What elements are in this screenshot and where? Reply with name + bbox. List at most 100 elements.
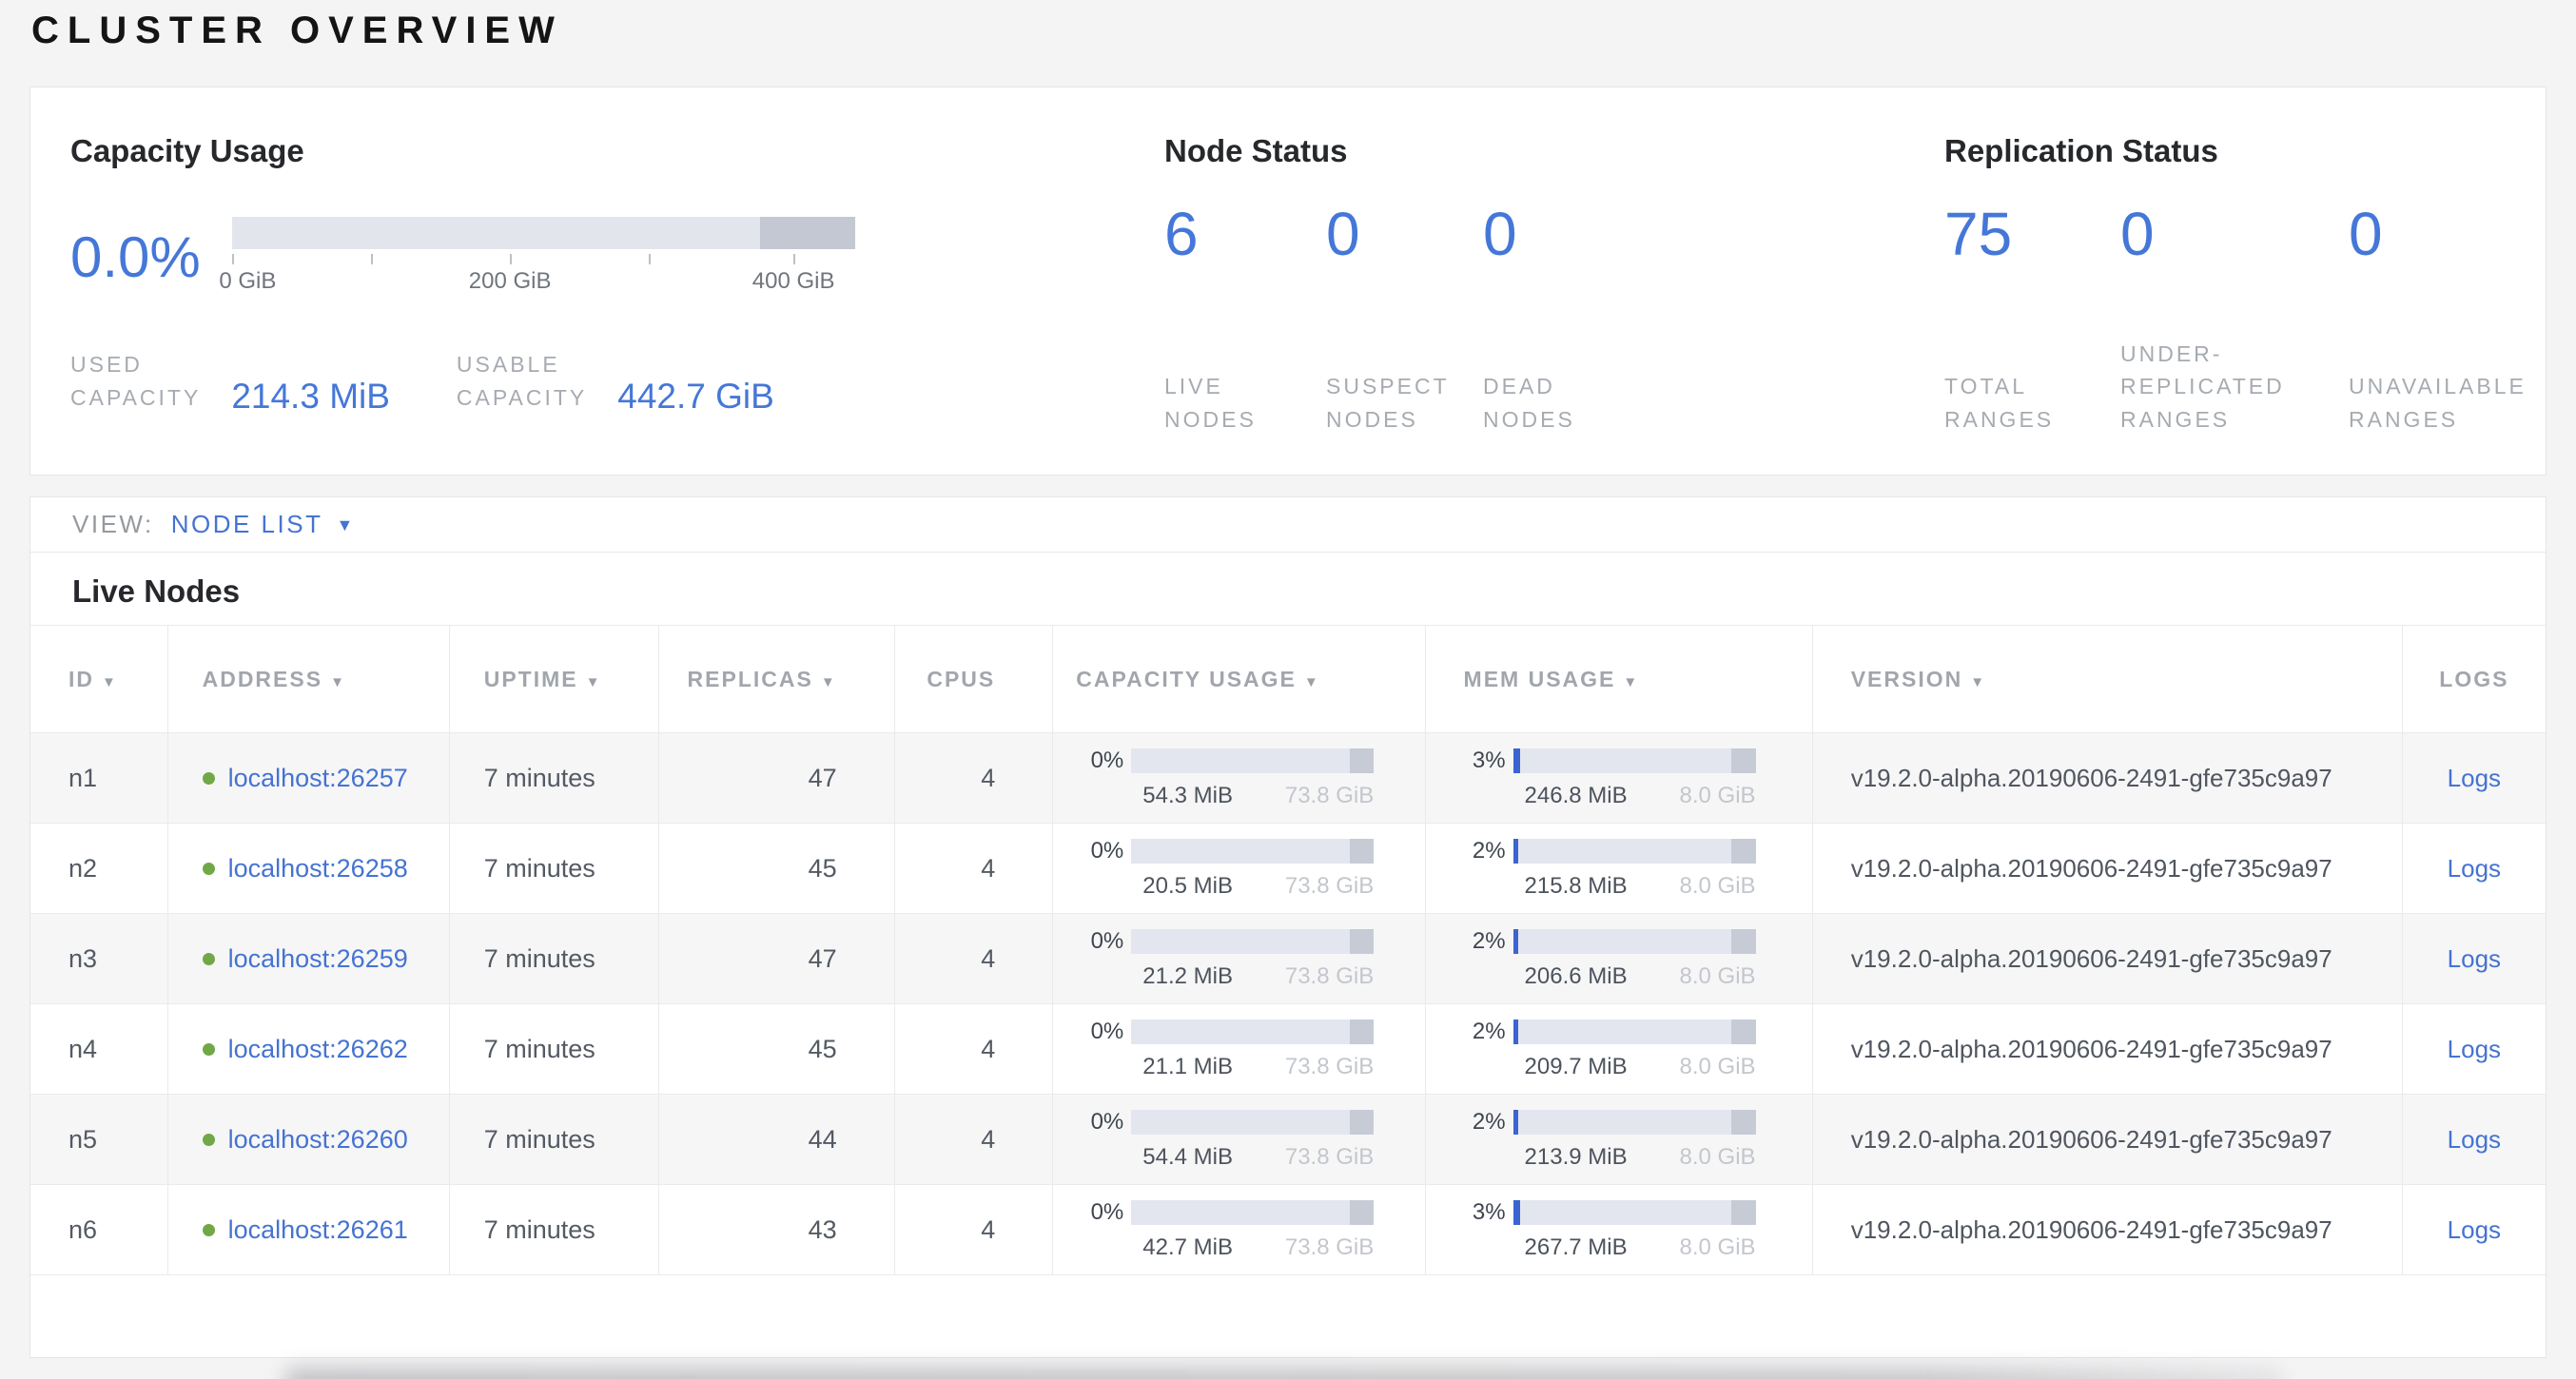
live-status-icon: [203, 1043, 215, 1056]
mem-usage-cell: 3% 267.7 MiB 8.0 GiB: [1425, 1185, 1812, 1275]
capacity-bar-other-segment: [760, 217, 855, 249]
logs-cell: Logs: [2402, 914, 2546, 1004]
version-cell: v19.2.0-alpha.20190606-2491-gfe735c9a97: [1812, 1095, 2402, 1185]
chevron-down-icon: ▼: [336, 516, 355, 534]
sort-icon: ▼: [1623, 674, 1639, 690]
version-cell: v19.2.0-alpha.20190606-2491-gfe735c9a97: [1812, 733, 2402, 824]
mem-mini-bar: [1513, 929, 1756, 954]
sort-icon: ▼: [102, 674, 118, 690]
cpus-cell: 4: [894, 914, 1053, 1004]
mem-mini-bar: [1513, 748, 1756, 773]
capacity-usage-section: Capacity Usage 0.0% 0 GiB: [70, 133, 1164, 475]
node-address-link[interactable]: localhost:26260: [228, 1125, 408, 1155]
node-list-card: VIEW: NODE LIST ▼ Live Nodes ID▼ ADDRESS…: [29, 496, 2547, 1358]
table-row: n6 localhost:26261 7 minutes 43 4 0% 42.: [30, 1185, 2546, 1275]
col-header-capacity-usage[interactable]: CAPACITY USAGE▼: [1053, 626, 1425, 733]
axis-label-200: 200 GiB: [469, 268, 552, 295]
cluster-overview-page: CLUSTER OVERVIEW Capacity Usage 0.0%: [0, 0, 2576, 1379]
node-address-link[interactable]: localhost:26257: [228, 764, 408, 793]
version-cell: v19.2.0-alpha.20190606-2491-gfe735c9a97: [1812, 824, 2402, 914]
logs-link[interactable]: Logs: [2448, 944, 2501, 973]
logs-link[interactable]: Logs: [2448, 1035, 2501, 1063]
sort-icon: ▼: [330, 674, 346, 690]
capacity-usage-cell: 0% 20.5 MiB 73.8 GiB: [1053, 824, 1425, 914]
table-header-row: ID▼ ADDRESS▼ UPTIME▼ REPLICAS▼ CPUS CAPA…: [30, 626, 2546, 733]
node-address-cell: localhost:26259: [167, 914, 449, 1004]
node-address-link[interactable]: localhost:26261: [228, 1215, 408, 1245]
cpus-cell: 4: [894, 1095, 1053, 1185]
mem-usage-cell: 2% 209.7 MiB 8.0 GiB: [1425, 1004, 1812, 1095]
version-cell: v19.2.0-alpha.20190606-2491-gfe735c9a97: [1812, 1185, 2402, 1275]
node-address-cell: localhost:26260: [167, 1095, 449, 1185]
cpus-cell: 4: [894, 824, 1053, 914]
capacity-mini-bar: [1131, 839, 1374, 864]
capacity-percent: 0.0%: [70, 224, 232, 290]
capacity-mini-bar: [1131, 1020, 1374, 1044]
sort-icon: ▼: [1970, 674, 1986, 690]
node-id-cell: n6: [30, 1185, 167, 1275]
replication-status-title: Replication Status: [1944, 133, 2527, 169]
capacity-usage-cell: 0% 54.4 MiB 73.8 GiB: [1053, 1095, 1425, 1185]
version-cell: v19.2.0-alpha.20190606-2491-gfe735c9a97: [1812, 1004, 2402, 1095]
node-id-cell: n1: [30, 733, 167, 824]
logs-link[interactable]: Logs: [2448, 1125, 2501, 1154]
node-address-link[interactable]: localhost:26262: [228, 1035, 408, 1064]
node-address-cell: localhost:26262: [167, 1004, 449, 1095]
table-row: n4 localhost:26262 7 minutes 45 4 0% 21.: [30, 1004, 2546, 1095]
col-header-address[interactable]: ADDRESS▼: [167, 626, 449, 733]
stat-under-replicated-ranges: 0 UNDER- REPLICATED RANGES: [2120, 204, 2349, 436]
capacity-axis-ticks: [232, 252, 855, 265]
logs-cell: Logs: [2402, 1185, 2546, 1275]
logs-cell: Logs: [2402, 1004, 2546, 1095]
col-header-version[interactable]: VERSION▼: [1812, 626, 2402, 733]
stat-total-ranges: 75 TOTAL RANGES: [1944, 204, 2120, 436]
logs-cell: Logs: [2402, 824, 2546, 914]
logs-link[interactable]: Logs: [2448, 854, 2501, 883]
version-cell: v19.2.0-alpha.20190606-2491-gfe735c9a97: [1812, 914, 2402, 1004]
replicas-cell: 44: [659, 1095, 894, 1185]
used-capacity-value: 214.3 MiB: [231, 377, 390, 417]
node-id-cell: n2: [30, 824, 167, 914]
live-status-icon: [203, 772, 215, 785]
node-address-link[interactable]: localhost:26258: [228, 854, 408, 884]
uptime-cell: 7 minutes: [449, 824, 659, 914]
col-header-cpus[interactable]: CPUS: [894, 626, 1053, 733]
uptime-cell: 7 minutes: [449, 1004, 659, 1095]
cpus-cell: 4: [894, 1004, 1053, 1095]
summary-card: Capacity Usage 0.0% 0 GiB: [29, 87, 2547, 476]
logs-cell: Logs: [2402, 733, 2546, 824]
axis-label-400: 400 GiB: [752, 268, 835, 295]
mem-usage-cell: 3% 246.8 MiB 8.0 GiB: [1425, 733, 1812, 824]
capacity-usage-cell: 0% 42.7 MiB 73.8 GiB: [1053, 1185, 1425, 1275]
view-bar: VIEW: NODE LIST ▼: [30, 497, 2546, 553]
col-header-logs: LOGS: [2402, 626, 2546, 733]
sort-icon: ▼: [1304, 674, 1320, 690]
capacity-usage-cell: 0% 54.3 MiB 73.8 GiB: [1053, 733, 1425, 824]
capacity-usage-cell: 0% 21.2 MiB 73.8 GiB: [1053, 914, 1425, 1004]
view-dropdown[interactable]: NODE LIST ▼: [171, 510, 356, 539]
replicas-cell: 47: [659, 914, 894, 1004]
node-address-link[interactable]: localhost:26259: [228, 944, 408, 974]
logs-cell: Logs: [2402, 1095, 2546, 1185]
col-header-replicas[interactable]: REPLICAS▼: [659, 626, 894, 733]
logs-link[interactable]: Logs: [2448, 1215, 2501, 1244]
live-status-icon: [203, 1224, 215, 1236]
col-header-id[interactable]: ID▼: [30, 626, 167, 733]
axis-label-0: 0 GiB: [219, 268, 276, 295]
cpus-cell: 4: [894, 733, 1053, 824]
view-label: VIEW:: [72, 510, 154, 539]
node-id-cell: n4: [30, 1004, 167, 1095]
logs-link[interactable]: Logs: [2448, 764, 2501, 792]
node-address-cell: localhost:26258: [167, 824, 449, 914]
usable-capacity-label: USABLE CAPACITY: [457, 348, 587, 414]
col-header-uptime[interactable]: UPTIME▼: [449, 626, 659, 733]
col-header-mem-usage[interactable]: MEM USAGE▼: [1425, 626, 1812, 733]
table-row: n5 localhost:26260 7 minutes 44 4 0% 54.: [30, 1095, 2546, 1185]
node-id-cell: n5: [30, 1095, 167, 1185]
replicas-cell: 47: [659, 733, 894, 824]
table-row: n1 localhost:26257 7 minutes 47 4 0% 54.: [30, 733, 2546, 824]
live-status-icon: [203, 953, 215, 965]
sort-icon: ▼: [821, 674, 837, 690]
stat-suspect-nodes: 0 SUSPECT NODES: [1326, 204, 1483, 436]
replication-status-section: Replication Status 75 TOTAL RANGES 0 UND…: [1944, 133, 2527, 475]
